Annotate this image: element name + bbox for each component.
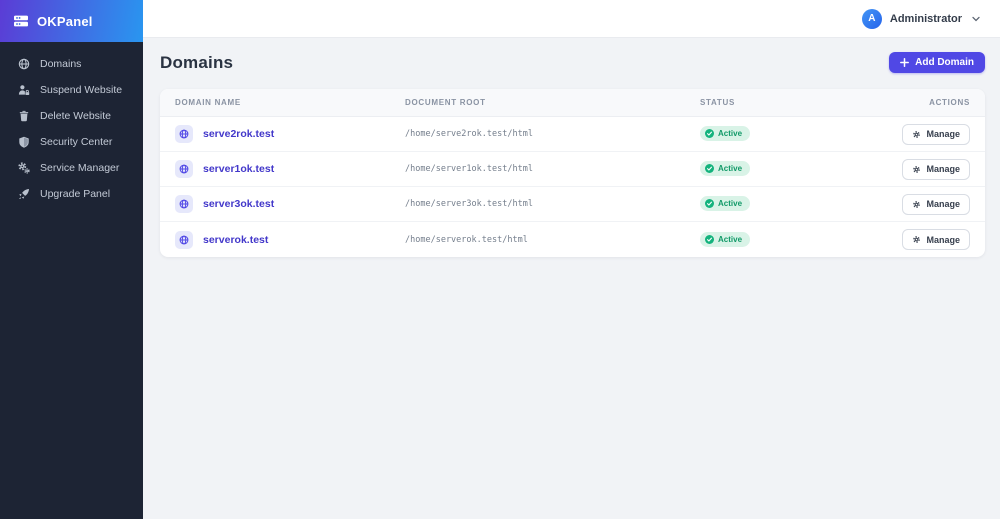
sidebar-item-service-manager[interactable]: Service Manager [0, 155, 143, 181]
manage-button[interactable]: Manage [902, 123, 970, 145]
page-title: Domains [160, 52, 234, 72]
server-icon [13, 13, 29, 29]
topbar: A Administrator [143, 0, 1000, 38]
table-row: server3ok.test /home/server3ok.test/html… [160, 187, 985, 222]
column-header-document-root: Document Root [405, 98, 486, 107]
domain-link[interactable]: serverok.test [203, 234, 268, 246]
gear-icon [913, 236, 921, 243]
sidebar-item-delete-website[interactable]: Delete Website [0, 103, 143, 129]
check-circle-icon [705, 234, 714, 244]
shield-icon [17, 136, 30, 149]
sidebar-item-label: Delete Website [40, 110, 112, 122]
globe-icon [175, 160, 193, 178]
app-name: OKPanel [37, 13, 93, 29]
status-badge: Active [700, 231, 751, 247]
column-header-status: Status [700, 98, 736, 107]
user-lock-icon [17, 84, 30, 97]
trash-icon [17, 110, 30, 123]
main-content: Domains Add Domain Domain Name Document … [143, 38, 1000, 519]
gears-icon [17, 162, 30, 175]
sidebar-item-domains[interactable]: Domains [0, 51, 143, 77]
manage-button[interactable]: Manage [902, 193, 970, 215]
rocket-icon [17, 188, 30, 201]
check-circle-icon [705, 164, 714, 173]
table-row: serverok.test /home/serverok.test/html A… [160, 222, 985, 257]
manage-button[interactable]: Manage [902, 158, 970, 180]
status-badge: Active [700, 126, 751, 141]
document-root: /home/serverok.test/html [405, 234, 528, 245]
plus-icon [900, 58, 910, 67]
column-header-actions: Actions [929, 98, 970, 107]
user-menu-name: Administrator [889, 12, 962, 25]
domain-link[interactable]: server3ok.test [203, 198, 274, 210]
domain-link[interactable]: server1ok.test [203, 163, 274, 175]
document-root: /home/server3ok.test/html [405, 199, 533, 209]
chevron-down-icon[interactable] [972, 16, 980, 22]
check-circle-icon [705, 129, 714, 138]
sidebar-item-upgrade-panel[interactable]: Upgrade Panel [0, 181, 143, 207]
gear-icon [913, 130, 921, 138]
sidebar-item-label: Suspend Website [40, 84, 123, 96]
sidebar-nav: Domains Suspend Website Delete Website S… [0, 42, 143, 207]
add-domain-button[interactable]: Add Domain [889, 52, 985, 73]
sidebar: OKPanel Domains Suspend Website Delete W… [0, 0, 143, 519]
sidebar-item-label: Service Manager [40, 162, 120, 174]
table-header-row: Domain Name Document Root Status Actions [160, 89, 985, 117]
document-root: /home/serve2rok.test/html [405, 129, 533, 139]
add-domain-label: Add Domain [915, 57, 974, 68]
globe-icon [175, 230, 193, 249]
gear-icon [913, 165, 921, 173]
app-logo: OKPanel [0, 0, 143, 42]
domain-link[interactable]: serve2rok.test [203, 128, 274, 140]
globe-icon [175, 195, 193, 213]
sidebar-item-label: Domains [40, 58, 82, 70]
document-root: /home/server1ok.test/html [405, 164, 533, 174]
globe-icon [175, 125, 193, 143]
column-header-domain-name: Domain Name [175, 98, 241, 107]
sidebar-item-label: Upgrade Panel [40, 188, 111, 200]
page-header: Domains Add Domain [160, 52, 985, 73]
check-circle-icon [705, 199, 714, 208]
table-row: server1ok.test /home/server1ok.test/html… [160, 152, 985, 187]
sidebar-item-label: Security Center [40, 136, 113, 148]
domains-table-card: Domain Name Document Root Status Actions… [160, 89, 985, 257]
status-badge: Active [700, 161, 751, 176]
avatar: A [861, 8, 882, 29]
status-badge: Active [700, 196, 751, 211]
manage-button[interactable]: Manage [902, 229, 970, 250]
sidebar-item-security-center[interactable]: Security Center [0, 129, 143, 155]
table-row: serve2rok.test /home/serve2rok.test/html… [160, 117, 985, 152]
sidebar-item-suspend-website[interactable]: Suspend Website [0, 77, 143, 103]
gear-icon [913, 200, 921, 208]
globe-icon [17, 58, 30, 71]
